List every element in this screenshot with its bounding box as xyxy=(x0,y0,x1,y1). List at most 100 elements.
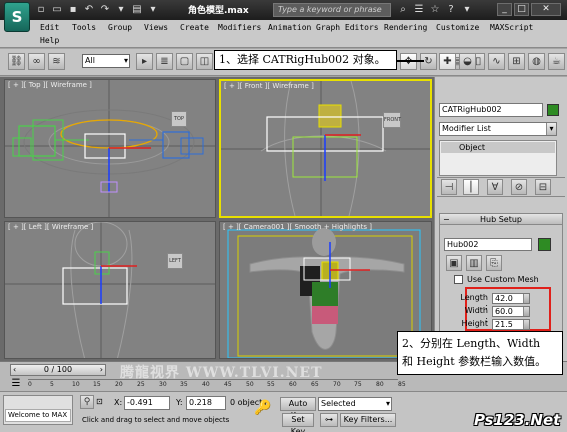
hub-save-icon[interactable]: ▥ xyxy=(466,255,482,271)
menu-group[interactable]: Group xyxy=(108,23,132,32)
absolute-mode-icon[interactable]: ⊡ xyxy=(96,397,103,406)
selection-set-select[interactable]: Selected ▾ xyxy=(318,397,392,411)
site-logo: Ps123.Net xyxy=(474,411,561,429)
time-slider[interactable]: ‹ 0 / 100 › xyxy=(10,364,106,376)
help-dropdown-icon[interactable]: ▾ xyxy=(460,3,474,16)
dropdown-icon[interactable]: ▾ xyxy=(146,3,160,16)
menu-views[interactable]: Views xyxy=(144,23,168,32)
collapse-icon: − xyxy=(443,215,450,224)
x-coordinate-field[interactable]: -0.491 xyxy=(124,396,170,410)
pin-stack-icon[interactable]: ⊣ xyxy=(441,179,457,195)
select-and-link-icon[interactable]: ⛓ xyxy=(8,53,25,70)
object-name-field[interactable]: CATRigHub002 xyxy=(439,103,543,117)
width-spinner[interactable]: 60.0 xyxy=(492,306,530,317)
viewport-label-camera[interactable]: [ + ][ Camera001 ][ Smooth + Highlights … xyxy=(223,223,372,231)
modifier-list-select[interactable]: Modifier List ▾ xyxy=(439,122,557,136)
selection-set-label: Selected xyxy=(321,399,356,408)
hub-copy-icon[interactable]: ⎘ xyxy=(486,255,502,271)
menu-maxscript[interactable]: MAXScript xyxy=(490,23,533,32)
communication-center-icon[interactable]: ☰ xyxy=(412,3,426,16)
menu-tools[interactable]: Tools xyxy=(72,23,96,32)
auto-key-button[interactable]: Auto Key xyxy=(280,397,316,420)
make-unique-icon[interactable]: ∀ xyxy=(487,179,503,195)
window-crossing-icon[interactable]: ◫ xyxy=(196,53,213,70)
selection-filter-select[interactable]: All xyxy=(82,54,130,68)
menu-graph-editors[interactable]: Graph Editors xyxy=(316,23,379,32)
top-view-wireframe xyxy=(5,80,215,217)
binoculars-icon[interactable]: ⌕ xyxy=(396,3,410,16)
viewcube-left[interactable]: LEFT xyxy=(167,253,183,269)
menu-modifiers[interactable]: Modifiers xyxy=(218,23,261,32)
viewport-left[interactable]: [ + ][ Left ][ Wireframe ] LEFT xyxy=(4,221,216,359)
modify-tab-icon[interactable]: ◒ xyxy=(459,53,476,70)
remove-modifier-icon[interactable]: ⊘ xyxy=(511,179,527,195)
height-spinner[interactable]: 21.5 xyxy=(492,319,530,330)
select-by-name-icon[interactable]: ≣ xyxy=(156,53,173,70)
use-custom-mesh-checkbox[interactable] xyxy=(454,275,463,284)
rectangular-selection-icon[interactable]: ▢ xyxy=(176,53,193,70)
timeline-tick: 50 xyxy=(246,381,254,388)
timeline-tick: 80 xyxy=(376,381,384,388)
viewport-label-left[interactable]: [ + ][ Left ][ Wireframe ] xyxy=(8,223,93,231)
menu-customize[interactable]: Customize xyxy=(436,23,479,32)
create-tab-icon[interactable]: ✚ xyxy=(439,53,456,70)
application-button[interactable]: S xyxy=(4,2,30,32)
timeline-tick: 65 xyxy=(311,381,319,388)
viewcube-front[interactable]: FRONT xyxy=(383,112,401,128)
project-folder-icon[interactable]: ▤ xyxy=(130,3,144,16)
timeline-tick: 30 xyxy=(159,381,167,388)
menu-create[interactable]: Create xyxy=(180,23,209,32)
menu-help[interactable]: Help xyxy=(40,36,59,45)
chevron-down-icon: ▾ xyxy=(546,123,556,135)
stack-item-object[interactable]: Object xyxy=(441,142,555,153)
save-file-icon[interactable]: ▪ xyxy=(66,3,80,16)
menu-rendering[interactable]: Rendering xyxy=(384,23,427,32)
stack-controls: ⊣ ⎮ ∀ ⊘ ⊟ xyxy=(437,177,565,197)
watermark-text: 腾龍视界 WWW.TLVI.NET xyxy=(120,365,323,381)
close-button[interactable]: ✕ xyxy=(531,3,561,16)
selection-lock-icon[interactable]: ⚲ xyxy=(80,395,94,409)
timeline-tick: 25 xyxy=(137,381,145,388)
new-file-icon[interactable]: ▫ xyxy=(34,3,48,16)
viewcube-top[interactable]: TOP xyxy=(171,111,187,127)
viewport-label-front[interactable]: [ + ][ Front ][ Wireframe ] xyxy=(224,82,314,90)
set-key-button[interactable]: Set Key xyxy=(282,413,314,432)
configure-modifier-sets-icon[interactable]: ⊟ xyxy=(535,179,551,195)
object-color-swatch[interactable] xyxy=(547,104,559,116)
modifier-stack[interactable]: Object xyxy=(439,140,557,176)
length-spinner[interactable]: 42.0 xyxy=(492,293,530,304)
use-custom-mesh-label: Use Custom Mesh xyxy=(467,275,539,284)
timeline-tick: 85 xyxy=(398,381,406,388)
undo-icon[interactable]: ↶ xyxy=(82,3,96,16)
mini-curve-editor-icon[interactable]: ☰ xyxy=(8,377,24,390)
select-object-icon[interactable]: ▸ xyxy=(136,53,153,70)
maxscript-listener[interactable]: Welcome to MAX xyxy=(3,395,73,425)
viewport-label-top[interactable]: [ + ][ Top ][ Wireframe ] xyxy=(8,81,92,89)
hold-icon[interactable]: ▾ xyxy=(114,3,128,16)
maximize-button[interactable]: □ xyxy=(514,3,529,16)
menu-edit[interactable]: Edit xyxy=(40,23,59,32)
modifier-list-label: Modifier List xyxy=(442,124,491,133)
rollout-header[interactable]: − Hub Setup xyxy=(440,214,562,225)
show-end-result-icon[interactable]: ⎮ xyxy=(463,179,479,195)
redo-icon[interactable]: ↷ xyxy=(98,3,112,16)
minimize-button[interactable]: _ xyxy=(497,3,512,16)
help-icon[interactable]: ? xyxy=(444,3,458,16)
hub-name-field[interactable]: Hub002 xyxy=(444,238,532,251)
hub-load-icon[interactable]: ▣ xyxy=(446,255,462,271)
key-filters-button[interactable]: Key Filters... xyxy=(340,413,396,427)
search-input[interactable]: Type a keyword or phrase xyxy=(273,3,391,17)
front-view-wireframe xyxy=(221,81,430,216)
y-coordinate-field[interactable]: 0.218 xyxy=(186,396,226,410)
menu-bar: Edit Tools Group Views Create Modifiers … xyxy=(0,20,567,48)
command-panel: ✚ ◒ CATRigHub002 Modifier List ▾ Object … xyxy=(434,53,567,361)
hub-color-swatch[interactable] xyxy=(538,238,551,251)
unlink-icon[interactable]: ∞ xyxy=(28,53,45,70)
key-mode-icon[interactable]: ⊶ xyxy=(320,413,338,427)
favorites-star-icon[interactable]: ☆ xyxy=(428,3,442,16)
viewport-top[interactable]: [ + ][ Top ][ Wireframe ] TOP xyxy=(4,79,216,218)
open-file-icon[interactable]: ▭ xyxy=(50,3,64,16)
viewport-front[interactable]: [ + ][ Front ][ Wireframe ] FRONT xyxy=(219,79,432,218)
menu-animation[interactable]: Animation xyxy=(268,23,311,32)
bind-to-space-warp-icon[interactable]: ≋ xyxy=(48,53,65,70)
